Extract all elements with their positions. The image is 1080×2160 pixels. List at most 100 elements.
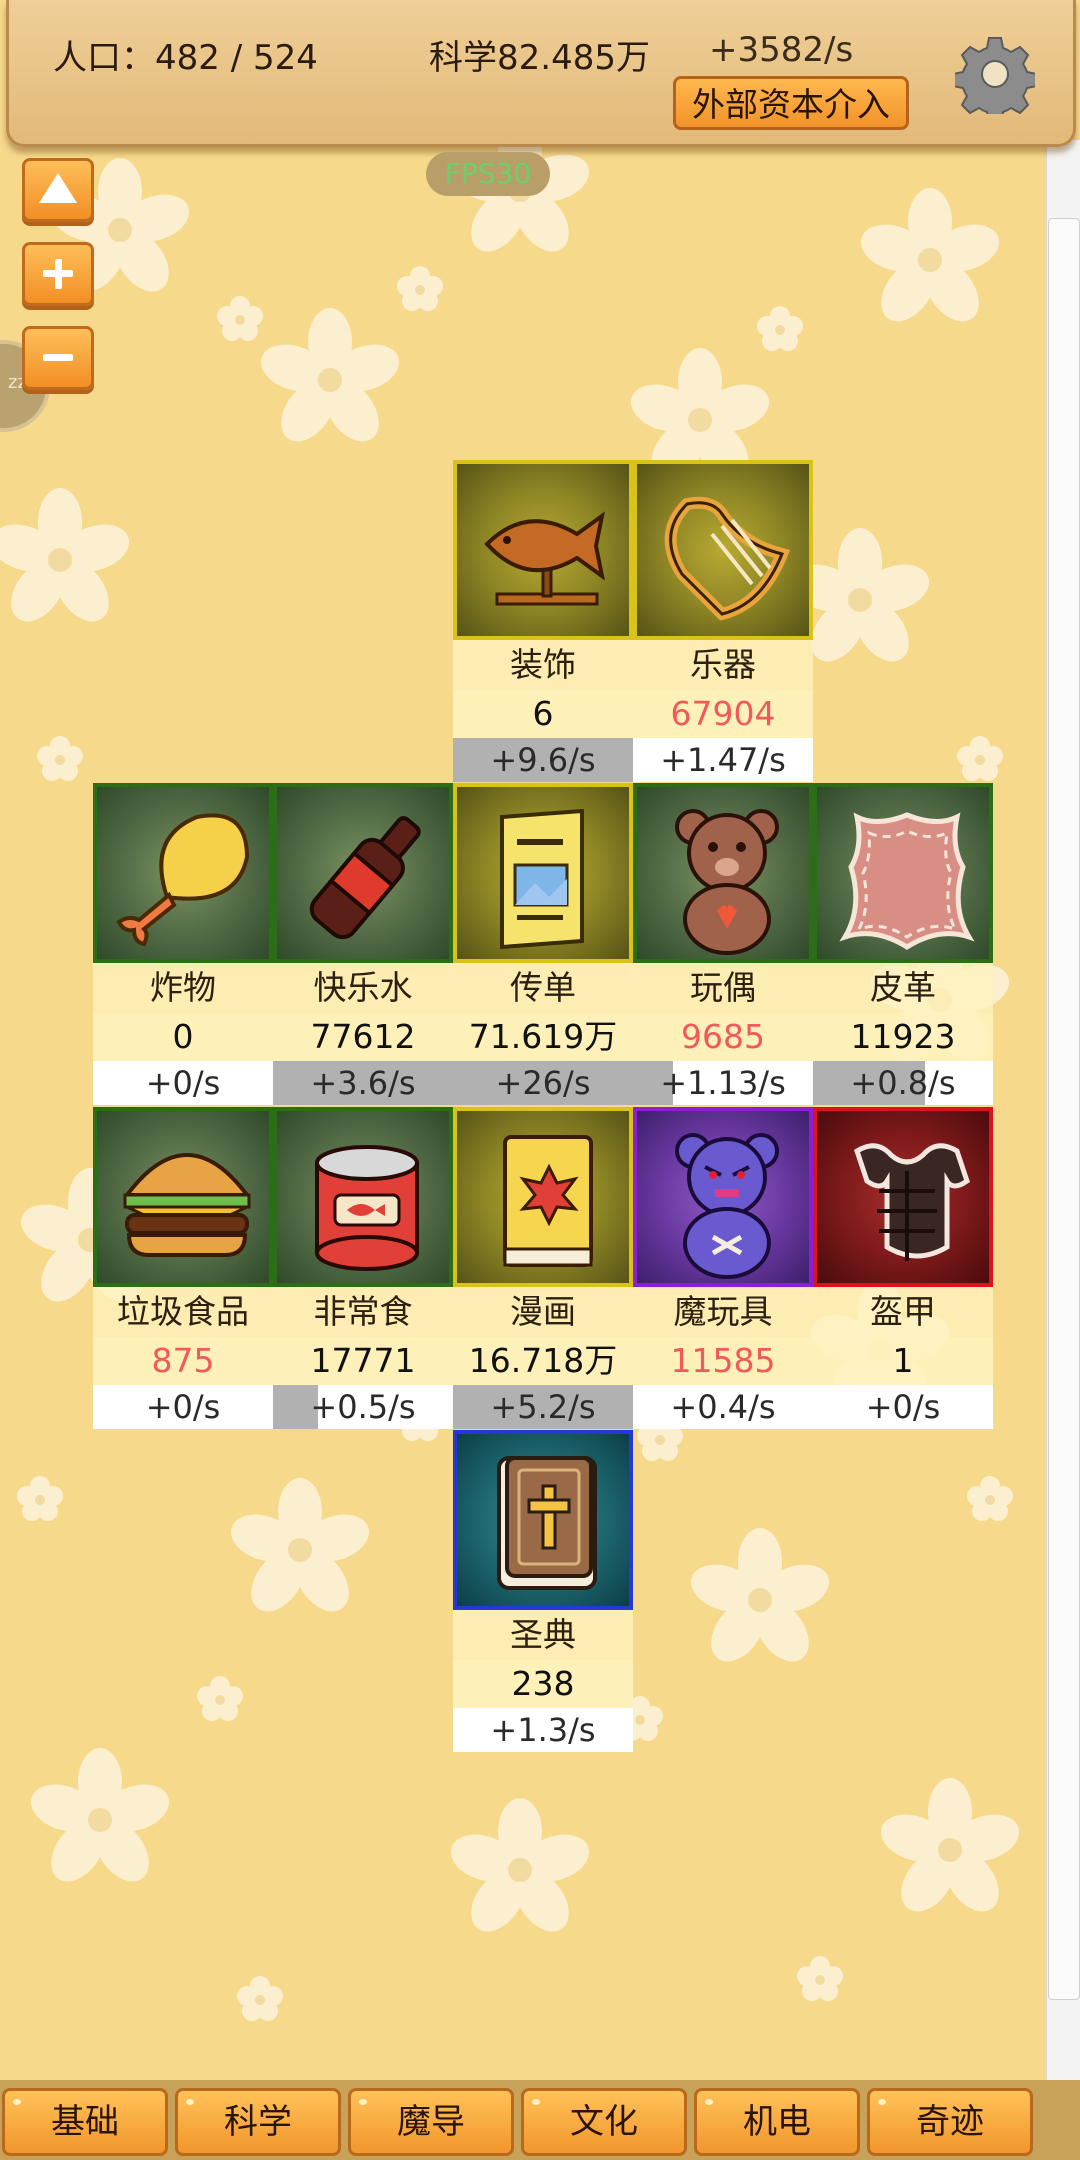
item-icon-frame[interactable] (453, 460, 633, 640)
item-count: 67904 (633, 690, 813, 738)
item-count: 11923 (813, 1013, 993, 1061)
item-rate-bar: +0/s (93, 1061, 273, 1105)
tab-science[interactable]: 科学 (175, 2088, 341, 2156)
item-count: 1 (813, 1337, 993, 1385)
external-capital-button[interactable]: 外部资本介入 (673, 76, 909, 130)
item-count: 6 (453, 690, 633, 738)
item-rate-bar: +1.3/s (453, 1708, 633, 1752)
scroll-up-button[interactable] (22, 158, 94, 222)
item-name: 皮革 (813, 963, 993, 1013)
item-count: 0 (93, 1013, 273, 1061)
item-name: 漫画 (453, 1287, 633, 1337)
item-icon-frame[interactable] (813, 783, 993, 963)
settings-button[interactable] (952, 34, 1038, 123)
item-card-emergency-food[interactable]: 非常食 17771 +0.5/s (273, 1107, 453, 1429)
item-card-leather[interactable]: 皮革 11923 +0.8/s (813, 783, 993, 1105)
item-name: 装饰 (453, 640, 633, 690)
item-card-magic-toy[interactable]: 魔玩具 11585 +0.4/s (633, 1107, 813, 1429)
scrollbar-thumb[interactable] (1048, 218, 1080, 2000)
item-card-decoration[interactable]: 装饰 6 +9.6/s (453, 460, 633, 782)
item-rate: +1.3/s (490, 1711, 596, 1749)
item-card-doll[interactable]: 玩偶 9685 +1.13/s (633, 783, 813, 1105)
item-rate-bar: +0.5/s (273, 1385, 453, 1429)
item-count: 238 (453, 1660, 633, 1708)
item-rate: +0.8/s (850, 1064, 956, 1102)
tab-culture[interactable]: 文化 (521, 2088, 687, 2156)
item-rate-bar: +0.4/s (633, 1385, 813, 1429)
item-card-instrument[interactable]: 乐器 67904 +1.47/s (633, 460, 813, 782)
item-count: 9685 (633, 1013, 813, 1061)
item-rate-bar: +1.13/s (633, 1061, 813, 1105)
item-name: 非常食 (273, 1287, 453, 1337)
item-rate: +1.13/s (660, 1064, 786, 1102)
item-icon-frame[interactable] (633, 783, 813, 963)
item-card-holy-book[interactable]: 圣典 238 +1.3/s (453, 1430, 633, 1752)
item-icon-frame[interactable] (633, 1107, 813, 1287)
item-name: 玩偶 (633, 963, 813, 1013)
armor-icon (853, 1143, 970, 1261)
tab-basic[interactable]: 基础 (2, 2088, 168, 2156)
soda-bottle-icon (309, 816, 421, 940)
item-rate-bar: +1.47/s (633, 738, 813, 782)
item-rate: +3.6/s (310, 1064, 416, 1102)
item-rate-bar: +26/s (453, 1061, 633, 1105)
item-icon-frame[interactable] (453, 1430, 633, 1610)
fried-drumstick-icon (116, 813, 250, 947)
item-icon-frame[interactable] (453, 1107, 633, 1287)
top-resource-bar: 人口：482 / 524 科学82.485万 +3582/s 外部资本介入 (6, 0, 1076, 147)
item-count: 77612 (273, 1013, 453, 1061)
item-rate-bar: +0/s (813, 1385, 993, 1429)
tab-wonders[interactable]: 奇迹 (867, 2088, 1033, 2156)
minus-icon (43, 354, 73, 361)
gear-icon (952, 37, 1038, 123)
item-rate-bar: +3.6/s (273, 1061, 453, 1105)
teddy-bear-icon (675, 809, 779, 955)
item-count: 11585 (633, 1337, 813, 1385)
item-rate-bar: +0.8/s (813, 1061, 993, 1105)
flyer-icon (500, 808, 584, 950)
canned-food-icon (315, 1145, 419, 1271)
item-icon-frame[interactable] (273, 783, 453, 963)
item-rate: +1.47/s (660, 741, 786, 779)
tab-electromechanical[interactable]: 机电 (694, 2088, 860, 2156)
item-name: 传单 (453, 963, 633, 1013)
item-rate-bar: +5.2/s (453, 1385, 633, 1429)
item-rate: +0/s (865, 1388, 941, 1426)
item-count: 16.718万 (453, 1337, 633, 1385)
plus-icon (43, 259, 73, 289)
item-rate-bar: +9.6/s (453, 738, 633, 782)
item-icon-frame[interactable] (813, 1107, 993, 1287)
evil-bear-icon (675, 1133, 779, 1279)
tab-magic[interactable]: 魔导 (348, 2088, 514, 2156)
item-card-comic[interactable]: 漫画 16.718万 +5.2/s (453, 1107, 633, 1429)
item-icon-frame[interactable] (633, 460, 813, 640)
item-card-junk-food[interactable]: 垃圾食品 875 +0/s (93, 1107, 273, 1429)
item-rate: +0.4/s (670, 1388, 776, 1426)
item-card-fried-food[interactable]: 炸物 0 +0/s (93, 783, 273, 1105)
item-icon-frame[interactable] (93, 783, 273, 963)
item-name: 圣典 (453, 1610, 633, 1660)
item-name: 垃圾食品 (93, 1287, 273, 1337)
item-count: 875 (93, 1337, 273, 1385)
item-card-flyer[interactable]: 传单 71.619万 +26/s (453, 783, 633, 1105)
item-icon-frame[interactable] (453, 783, 633, 963)
item-name: 盔甲 (813, 1287, 993, 1337)
zoom-out-button[interactable] (22, 326, 94, 390)
item-icon-frame[interactable] (93, 1107, 273, 1287)
item-name: 魔玩具 (633, 1287, 813, 1337)
item-rate: +26/s (495, 1064, 591, 1102)
item-rate: +9.6/s (490, 741, 596, 779)
leather-hide-icon (839, 812, 975, 950)
zoom-in-button[interactable] (22, 242, 94, 306)
item-name: 炸物 (93, 963, 273, 1013)
science-rate: +3582/s (709, 30, 854, 70)
comic-book-icon (503, 1135, 593, 1267)
item-rate: +5.2/s (490, 1388, 596, 1426)
population-label: 人口：482 / 524 (53, 38, 318, 78)
science-label: 科学82.485万 (429, 38, 650, 78)
item-card-armor[interactable]: 盔甲 1 +0/s (813, 1107, 993, 1429)
item-name: 快乐水 (273, 963, 453, 1013)
item-rate: +0/s (145, 1064, 221, 1102)
item-card-soda[interactable]: 快乐水 77612 +3.6/s (273, 783, 453, 1105)
item-icon-frame[interactable] (273, 1107, 453, 1287)
